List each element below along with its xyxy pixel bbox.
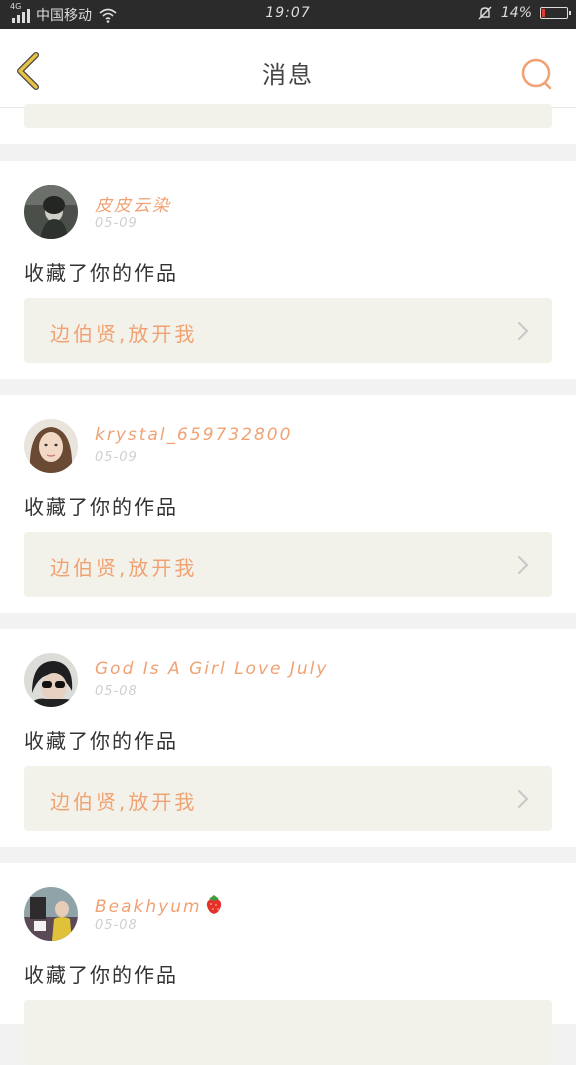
username[interactable]: God Is A Girl Love July [95, 659, 328, 679]
avatar[interactable] [24, 653, 78, 707]
username[interactable]: Beakhyum [95, 893, 224, 917]
avatar[interactable] [24, 419, 78, 473]
battery-percent: 14% [500, 5, 532, 21]
work-title: 边伯贤,放开我 [50, 322, 198, 346]
avatar[interactable] [24, 185, 78, 239]
status-right: 14% [477, 5, 571, 21]
work-link[interactable]: 边伯贤,放开我 [24, 532, 552, 597]
status-bar: 4G 中国移动 19:07 14% [0, 0, 576, 29]
action-text: 收藏了你的作品 [24, 963, 178, 987]
timestamp: 05-09 [95, 450, 138, 465]
chevron-right-icon [517, 555, 529, 575]
work-title: 边伯贤,放开我 [50, 790, 198, 814]
timestamp: 05-09 [95, 216, 138, 231]
notification-card: God Is A Girl Love July 05-08 收藏了你的作品 边伯… [0, 629, 576, 847]
battery-icon [540, 7, 571, 19]
username[interactable]: 皮皮云染 [95, 191, 171, 216]
notification-card: 皮皮云染 05-09 收藏了你的作品 边伯贤,放开我 [0, 161, 576, 379]
page-title: 消息 [262, 61, 314, 89]
username-text: Beakhyum [95, 897, 202, 917]
avatar[interactable] [24, 887, 78, 941]
timestamp: 05-08 [95, 918, 138, 933]
mute-bell-icon [478, 6, 492, 20]
username[interactable]: krystal_659732800 [95, 425, 292, 445]
timestamp: 05-08 [95, 684, 138, 699]
action-text: 收藏了你的作品 [24, 495, 178, 519]
battery-level [542, 9, 545, 17]
work-link[interactable] [24, 1000, 552, 1065]
work-link-partial[interactable] [24, 104, 552, 128]
nav-bar: 消息 [0, 29, 576, 108]
work-link[interactable]: 边伯贤,放开我 [24, 766, 552, 831]
action-text: 收藏了你的作品 [24, 261, 178, 285]
search-button[interactable] [520, 57, 554, 91]
notification-card: krystal_659732800 05-09 收藏了你的作品 边伯贤,放开我 [0, 395, 576, 613]
notification-card-partial [0, 104, 576, 144]
chevron-right-icon [517, 321, 529, 341]
strawberry-icon [206, 895, 221, 914]
work-link[interactable]: 边伯贤,放开我 [24, 298, 552, 363]
search-icon [521, 58, 552, 90]
notification-card: Beakhyum 05-08 收藏了你的作品 [0, 863, 576, 1065]
action-text: 收藏了你的作品 [24, 729, 178, 753]
chevron-right-icon [517, 789, 529, 809]
work-title: 边伯贤,放开我 [50, 556, 198, 580]
